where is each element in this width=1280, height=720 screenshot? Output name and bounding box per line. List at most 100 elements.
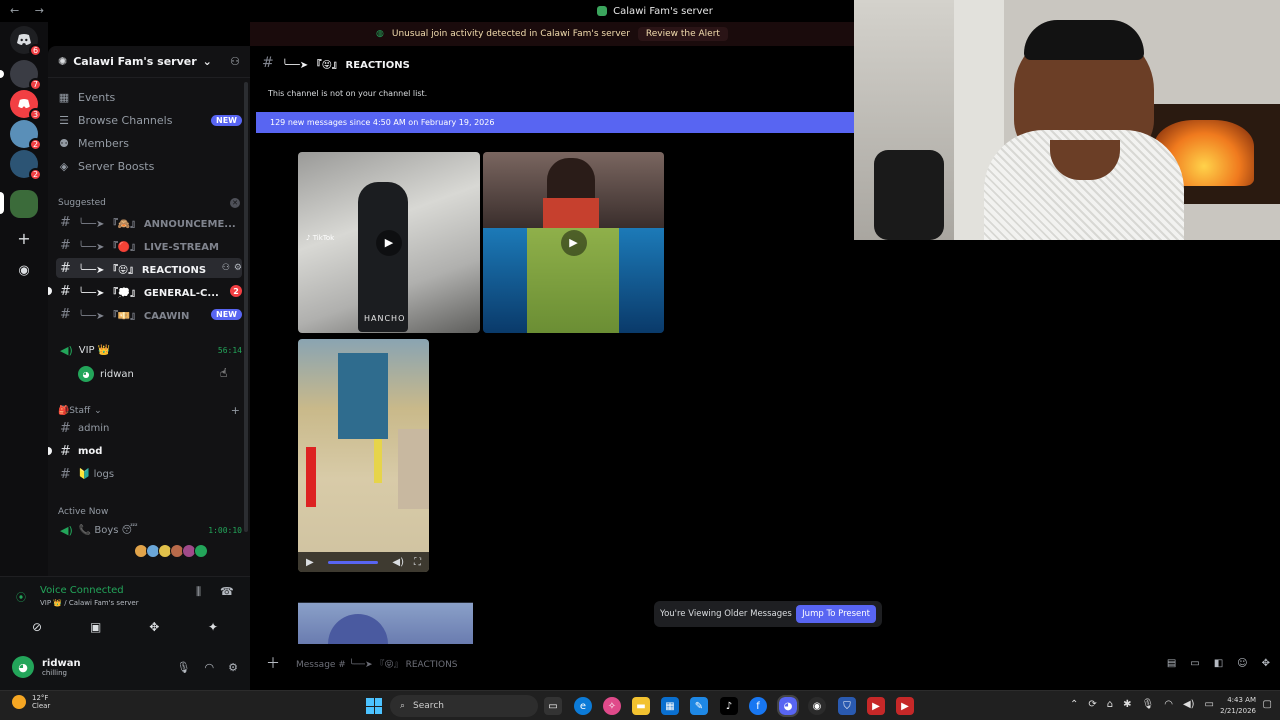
new-messages-bar[interactable]: 129 new messages since 4:50 AM on Februa… [256,112,854,133]
edge-icon[interactable]: e [574,697,592,715]
camera-off-icon[interactable]: ⊘ [12,617,62,637]
server-icon-calawi[interactable] [10,190,38,218]
add-attachment-icon[interactable]: ＋ [266,653,280,673]
back-forward-icon[interactable]: ← → [10,4,50,17]
copilot-icon[interactable]: ✧ [603,697,621,715]
apps-icon[interactable]: ✥ [1262,658,1270,669]
video-controls[interactable]: ▶ ◀) ⛶ [298,552,429,572]
video-attachment[interactable]: ▶ ◀) ⛶ [298,339,429,572]
task-view-icon[interactable]: ▭ [544,697,562,715]
chevron-up-icon[interactable]: ⌃ [1070,699,1078,710]
review-alert-button[interactable]: Review the Alert [637,27,728,41]
jump-to-present-button[interactable]: Jump To Present [796,605,876,623]
channel-announcements[interactable]: # ╰──➤ 『🙈』 ANNOUNCEME... [56,212,242,232]
vpn-icon[interactable]: ⛉ [838,697,856,715]
nav-members[interactable]: ⚉ Members [58,133,242,153]
avatar[interactable]: ◕ [12,656,34,678]
activities-icon[interactable]: ✥ [129,617,179,637]
add-channel-icon[interactable]: + [231,404,240,417]
headphones-icon[interactable]: ◠ [205,661,215,674]
sync-icon[interactable]: ⟳ [1088,699,1096,710]
boost-icon: ◈ [59,159,69,173]
server-icon-5[interactable]: 2 [10,150,42,181]
taskbar-search[interactable]: ⌕ Search [390,695,538,717]
discover-icon[interactable]: ◉ [10,256,38,284]
voice-channel-boys[interactable]: ◀) 📞 Boys 😴 1:00:10 [60,524,242,537]
channel-title: ╰──➤ 『😝』 REACTIONS [281,59,410,71]
voice-location[interactable]: VIP 👑 / Calawi Fam's server [40,599,139,607]
progress-bar[interactable] [327,560,379,564]
noise-suppression-icon[interactable]: ⫼ [196,585,201,599]
avatar [194,544,208,558]
add-server-icon[interactable]: + [10,224,38,252]
mic-tray-icon[interactable]: 🎙 [1142,699,1155,710]
discord-taskbar-icon[interactable]: ◕ [777,695,799,717]
store-icon[interactable]: ▦ [661,697,679,715]
clock[interactable]: 4:43 AM 2/21/2026 [1220,695,1256,717]
hash-icon: # [60,260,71,276]
bluetooth-icon[interactable]: ✱ [1123,699,1131,710]
close-icon[interactable]: ✕ [230,198,240,208]
gear-icon[interactable]: ⚙ [234,263,242,273]
emoji-icon[interactable]: ☺ [1237,658,1247,669]
home-discord-icon[interactable]: 6 [10,26,42,57]
microphone-icon[interactable]: 🎙 [177,661,191,674]
app-icon[interactable]: ✎ [690,697,708,715]
channel-admin[interactable]: # admin [56,418,242,438]
server-header[interactable]: ✺ Calawi Fam's server ⌄ ⚇ [48,46,250,78]
network-icon[interactable]: ⌂ [1107,699,1113,710]
play-icon[interactable]: ▶ [560,229,587,256]
voice-member-ridwan[interactable]: ◕ ridwan [78,366,134,382]
image-attachment[interactable] [298,580,473,644]
obs-icon[interactable]: ◉ [808,697,826,715]
nav-events[interactable]: ▦ Events [58,87,242,107]
active-avatars[interactable] [134,544,208,558]
wifi-icon[interactable]: ◠ [1164,699,1173,710]
volume-icon[interactable]: ◀) [1183,699,1195,710]
server-guide-icon: ✺ [58,55,68,68]
disconnect-icon[interactable]: ☎ [220,585,234,598]
fullscreen-icon[interactable]: ⛶ [414,557,421,568]
channel-caawin[interactable]: # ╰──➤ 『💴』 CAAWIN NEW [56,304,242,324]
sidebar-scrollbar[interactable] [244,82,248,532]
channel-general-chat[interactable]: # ╰──➤ 『💭』 GENERAL-C... 2 [48,281,242,301]
gear-icon[interactable]: ⚙ [228,661,238,674]
sticker-icon[interactable]: ◧ [1214,658,1223,669]
volume-icon[interactable]: ◀) [392,557,404,568]
server-icon-2[interactable]: 7 [10,60,42,91]
add-member-icon[interactable]: ⚇ [222,263,230,273]
server-icon-3[interactable]: 3 [10,90,42,121]
server-icon-4[interactable]: 2 [10,120,42,151]
channel-mod[interactable]: # mod [48,441,242,461]
nav-browse-channels[interactable]: ☰ Browse Channels NEW [58,110,242,130]
username[interactable]: ridwan [42,658,81,669]
app-red-icon-2[interactable]: ▶ [896,697,914,715]
battery-icon[interactable]: ▭ [1205,699,1214,710]
staff-category[interactable]: 🎒Staff ⌄ + [58,404,240,417]
play-icon[interactable]: ▶ [376,229,402,256]
gift-icon[interactable]: ▤ [1167,658,1176,669]
screen-share-icon[interactable]: ▣ [71,617,121,637]
windows-start-icon[interactable] [366,698,382,714]
app-red-icon[interactable]: ▶ [867,697,885,715]
invite-icon[interactable]: ⚇ [230,55,240,68]
nav-server-boosts[interactable]: ◈ Server Boosts [58,156,242,176]
hash-icon: # [60,420,71,436]
play-icon[interactable]: ▶ [306,557,314,568]
voice-status[interactable]: Voice Connected [40,585,124,596]
tiktok-icon[interactable]: ♪ [720,697,738,715]
notification-icon[interactable]: ▢ [1263,699,1272,710]
channel-logs[interactable]: # 🔰 logs [56,464,242,484]
voice-channel-vip[interactable]: ◀) VIP 👑 56:14 [60,344,242,357]
facebook-icon[interactable]: f [749,697,767,715]
channel-reactions[interactable]: # ╰──➤ 『😝』 REACTIONS ⚇ ⚙ [56,258,242,278]
channel-live-stream[interactable]: # ╰──➤ 『🔴』 LIVE-STREAM [56,235,242,255]
video-attachment[interactable]: ♪ TikTok ▶ HANCHO [298,152,480,333]
message-input[interactable]: Message # ╰──➤ 『😝』 REACTIONS [296,657,1151,670]
video-attachment[interactable]: ▶ [483,152,664,333]
signal-icon[interactable]: ⦿ [16,589,26,604]
file-explorer-icon[interactable]: ▬ [632,697,650,715]
weather-widget[interactable]: 12°F Clear [12,694,50,710]
gif-icon[interactable]: ▭ [1190,658,1199,669]
soundboard-icon[interactable]: ✦ [188,617,238,637]
